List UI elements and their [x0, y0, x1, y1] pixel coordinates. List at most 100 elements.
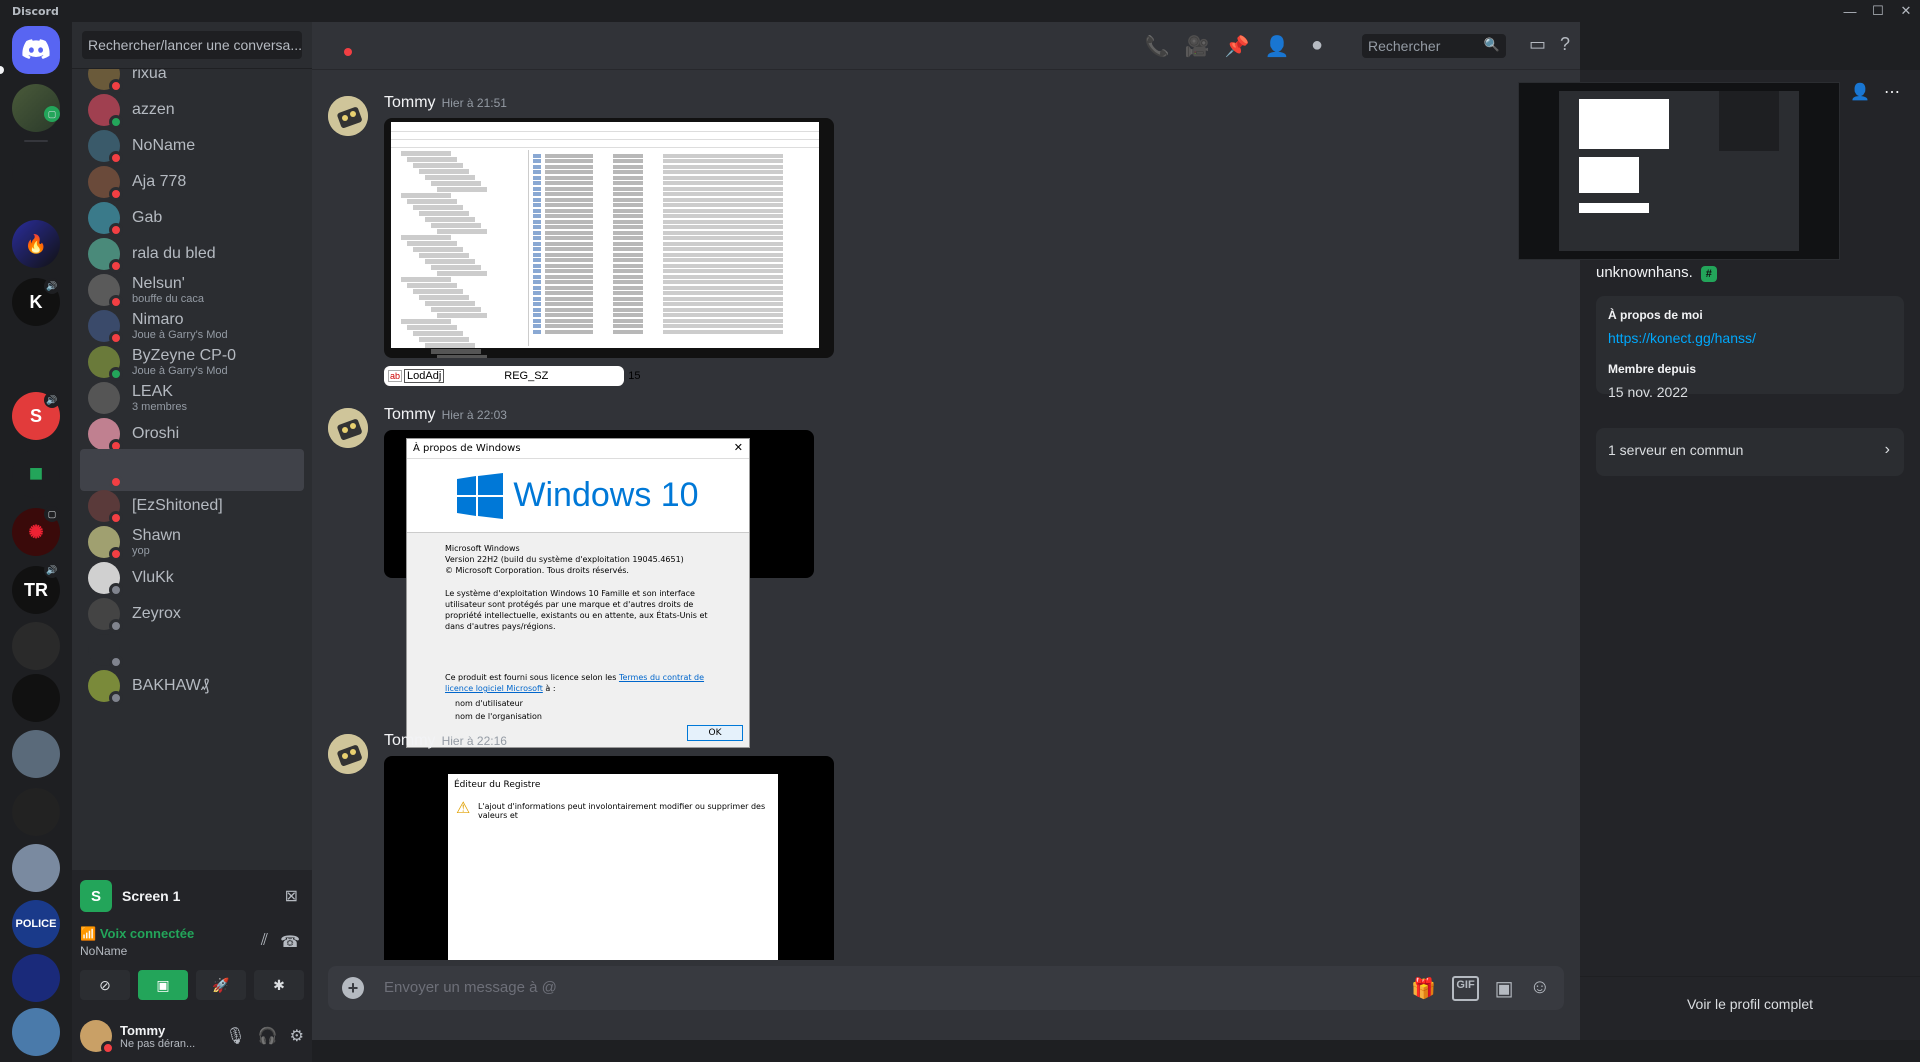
- about-line-3: © Microsoft Corporation. Tous droits rés…: [445, 566, 629, 575]
- rail-separator: [24, 140, 48, 142]
- view-full-profile-link[interactable]: Voir le profil complet: [1580, 996, 1920, 1012]
- message-time: Hier à 21:51: [441, 96, 507, 110]
- image-attachment[interactable]: [384, 118, 834, 358]
- ok-button[interactable]: OK: [687, 725, 743, 741]
- server-icon-3[interactable]: 🔥: [12, 220, 60, 268]
- server-icon-11[interactable]: [12, 788, 60, 836]
- app-title: Discord: [12, 4, 59, 18]
- title-bar: Discord — ☐ ✕: [0, 0, 1920, 22]
- more-options-icon[interactable]: ⋯: [1884, 82, 1900, 102]
- dm-search-input[interactable]: Rechercher/lancer une conversa...: [82, 31, 302, 59]
- dm-item[interactable]: BAKHAW₰: [80, 665, 304, 707]
- image-attachment[interactable]: Éditeur du Registre ⚠ L'ajout d'informat…: [384, 756, 834, 982]
- dm-name: NoName: [132, 137, 196, 154]
- settings-gear-icon[interactable]: ⚙: [290, 1026, 304, 1046]
- profile-toggle-icon[interactable]: ●: [1304, 34, 1330, 59]
- header-search-input[interactable]: Rechercher 🔍: [1362, 34, 1506, 58]
- dm-avatar: [88, 346, 123, 381]
- add-friend-icon[interactable]: 👤: [1264, 34, 1290, 59]
- server-icon-8[interactable]: [12, 622, 60, 670]
- member-since-title: Membre depuis: [1608, 362, 1697, 376]
- speaker-badge-icon: 🔊: [44, 562, 60, 578]
- author-avatar[interactable]: [328, 734, 368, 774]
- stop-stream-icon[interactable]: ⊠: [285, 886, 298, 906]
- selection-pill: [0, 66, 4, 74]
- camera-off-button[interactable]: ⊘: [80, 970, 130, 1000]
- disconnect-icon[interactable]: ☎: [280, 932, 300, 952]
- pin-icon[interactable]: 📌: [1224, 34, 1250, 59]
- message-input[interactable]: Envoyer un message à @: [384, 979, 557, 996]
- gift-icon[interactable]: 🎁: [1411, 976, 1436, 1001]
- warning-title: Éditeur du Registre: [454, 780, 541, 790]
- server-icon-14[interactable]: [12, 954, 60, 1002]
- message-author[interactable]: Tommy: [384, 94, 436, 111]
- message-author[interactable]: Tommy: [384, 732, 436, 749]
- server-icon-15[interactable]: [12, 1008, 60, 1056]
- user-name[interactable]: Tommy: [120, 1023, 195, 1038]
- user-avatar[interactable]: [80, 1020, 115, 1055]
- dm-name: LEAK: [132, 383, 173, 400]
- inbox-icon[interactable]: ▭: [1529, 34, 1546, 55]
- mic-icon[interactable]: 🎙: [225, 1026, 245, 1046]
- chat-header: 📞 🎥 📌 👤 ● Rechercher 🔍 ▭ ?: [312, 22, 1580, 70]
- author-avatar[interactable]: [328, 408, 368, 448]
- dm-subtext: Joue à Garry's Mod: [132, 365, 228, 377]
- dialog-close-icon[interactable]: ✕: [734, 441, 743, 454]
- stream-preview[interactable]: [1518, 82, 1840, 260]
- message-composer: + Envoyer un message à @ 🎁 GIF ▣ ☺: [328, 966, 1564, 1010]
- dm-name: Gab: [132, 209, 163, 226]
- server-icon-13[interactable]: POLICE: [12, 900, 60, 948]
- server-rail: ▢ 🔥 K 🔊 S 🔊 ■ ✺ ▢ TR 🔊 POLICE: [0, 22, 72, 1056]
- member-since-date: 15 nov. 2022: [1608, 384, 1688, 400]
- chevron-right-icon: ›: [1884, 441, 1890, 458]
- server-icon-12[interactable]: [12, 844, 60, 892]
- speaker-badge-icon: 🔊: [44, 278, 60, 294]
- screen-share-row[interactable]: S Screen 1 ⊠: [80, 878, 304, 914]
- dm-avatar: [88, 274, 123, 309]
- about-card: À propos de moi https://konect.gg/hanss/…: [1596, 296, 1904, 400]
- noise-suppression-icon[interactable]: ⫽: [261, 932, 268, 950]
- about-link[interactable]: https://konect.gg/hanss/: [1608, 330, 1892, 346]
- headphones-icon[interactable]: 🎧: [258, 1026, 278, 1046]
- server-icon-2[interactable]: [12, 148, 60, 196]
- add-friend-icon[interactable]: 👤: [1850, 82, 1870, 102]
- dialog-title: À propos de Windows: [413, 443, 521, 454]
- registry-value-strip: ab LodAdj REG_SZ 15: [384, 366, 641, 386]
- voice-connected-label[interactable]: Voix connectée: [100, 926, 194, 941]
- dm-subtext: Joue à Garry's Mod: [132, 329, 228, 341]
- minimize-button[interactable]: —: [1836, 0, 1864, 22]
- registry-type: REG_SZ: [504, 370, 549, 382]
- status-indicator: [109, 691, 123, 705]
- about-line-2: Version 22H2 (build du système d'exploit…: [445, 555, 684, 564]
- mutual-servers-card[interactable]: 1 serveur en commun ›: [1596, 428, 1904, 476]
- activity-button[interactable]: 🚀: [196, 970, 246, 1000]
- attach-plus-icon[interactable]: +: [342, 977, 364, 999]
- profile-username: unknownhans. #: [1596, 264, 1717, 282]
- soundboard-button[interactable]: ✱: [254, 970, 304, 1000]
- folder-server-icon[interactable]: ■: [12, 450, 60, 498]
- server-icon-10[interactable]: [12, 730, 60, 778]
- message-author[interactable]: Tommy: [384, 406, 436, 423]
- license-suffix: à :: [542, 684, 556, 693]
- home-button[interactable]: [12, 26, 60, 74]
- profile-panel: 👤 ⋯ unknownhans. # À propos de moi https:…: [1518, 70, 1920, 1040]
- dm-avatar: [88, 310, 123, 345]
- message-time: Hier à 22:03: [441, 408, 507, 422]
- voice-call-icon[interactable]: 📞: [1144, 34, 1170, 59]
- gif-icon[interactable]: GIF: [1452, 976, 1479, 1001]
- dm-name: Shawn: [132, 527, 181, 544]
- emoji-icon[interactable]: ☺: [1530, 976, 1550, 1001]
- voice-buttons: ⊘ ▣ 🚀 ✱: [80, 970, 304, 1000]
- voice-channel-name[interactable]: NoName: [80, 944, 304, 958]
- help-icon[interactable]: ?: [1560, 34, 1570, 55]
- video-call-icon[interactable]: 🎥: [1184, 34, 1210, 59]
- windows-logo-icon: [457, 472, 504, 519]
- server-icon-9[interactable]: [12, 674, 60, 722]
- screen-share-button[interactable]: ▣: [138, 970, 188, 1000]
- author-avatar[interactable]: [328, 96, 368, 136]
- close-button[interactable]: ✕: [1892, 0, 1920, 22]
- sticker-icon[interactable]: ▣: [1495, 976, 1514, 1001]
- dm-avatar: [88, 69, 123, 93]
- user-panel: Tommy Ne pas déran... 🎙 🎧 ⚙: [72, 1010, 312, 1062]
- maximize-button[interactable]: ☐: [1864, 0, 1892, 22]
